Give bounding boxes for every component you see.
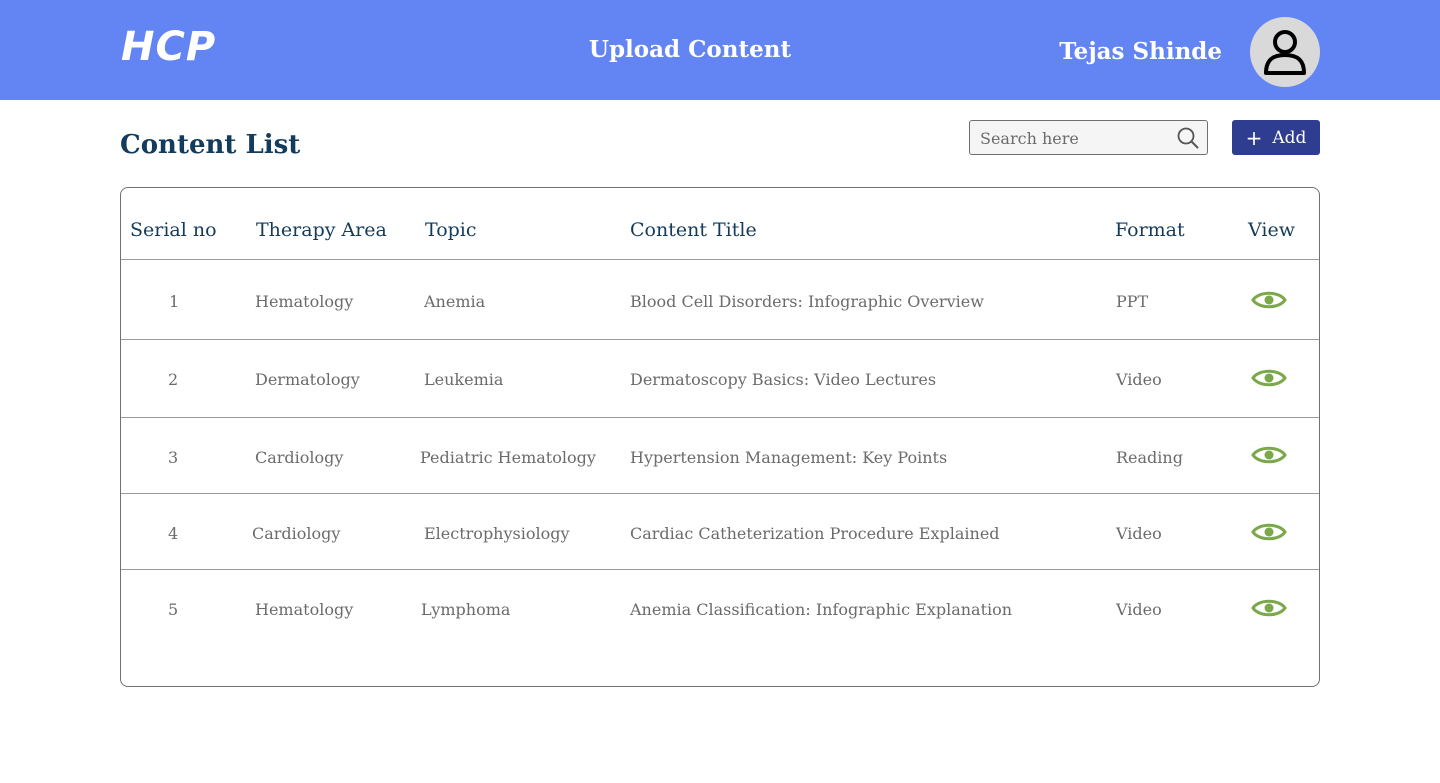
column-header-view: View (1248, 219, 1295, 241)
content-table: Serial no Therapy Area Topic Content Tit… (120, 187, 1320, 687)
table-row: 4 Cardiology Electrophysiology Cardiac C… (121, 493, 1319, 569)
cell-therapy-area: Dermatology (255, 370, 360, 389)
user-name: Tejas Shinde (1059, 38, 1222, 65)
cell-therapy-area: Cardiology (255, 448, 344, 467)
cell-topic: Leukemia (424, 370, 504, 389)
cell-format: Video (1116, 524, 1162, 543)
search-box[interactable] (969, 120, 1208, 155)
cell-therapy-area: Cardiology (252, 524, 341, 543)
cell-serial: 1 (169, 292, 180, 311)
column-header-content-title[interactable]: Content Title (630, 219, 757, 241)
cell-content-title: Hypertension Management: Key Points (630, 448, 948, 467)
add-button-label: Add (1272, 127, 1307, 148)
eye-icon[interactable] (1251, 520, 1287, 544)
page-title: Content List (120, 130, 301, 160)
cell-content-title: Blood Cell Disorders: Infographic Overvi… (630, 292, 984, 311)
column-header-therapy-area[interactable]: Therapy Area (256, 219, 387, 241)
search-input[interactable] (980, 127, 1170, 149)
table-row: 3 Cardiology Pediatric Hematology Hypert… (121, 417, 1319, 493)
table-row: 2 Dermatology Leukemia Dermatoscopy Basi… (121, 339, 1319, 417)
cell-format: Video (1116, 600, 1162, 619)
user-icon (1264, 30, 1306, 75)
cell-topic: Anemia (424, 292, 486, 311)
cell-serial: 3 (168, 448, 179, 467)
plus-icon: + (1245, 125, 1263, 150)
cell-serial: 2 (168, 370, 179, 389)
eye-icon[interactable] (1251, 596, 1287, 620)
cell-topic: Electrophysiology (424, 524, 570, 543)
cell-serial: 5 (168, 600, 179, 619)
column-header-format[interactable]: Format (1115, 219, 1185, 241)
cell-therapy-area: Hematology (255, 600, 354, 619)
eye-icon[interactable] (1251, 366, 1287, 390)
column-header-serial[interactable]: Serial no (130, 219, 217, 241)
cell-serial: 4 (168, 524, 179, 543)
eye-icon[interactable] (1251, 288, 1287, 312)
cell-format: PPT (1116, 292, 1149, 311)
cell-format: Reading (1116, 448, 1183, 467)
top-header: HCP Upload Content Tejas Shinde (0, 0, 1440, 100)
cell-therapy-area: Hematology (255, 292, 354, 311)
eye-icon[interactable] (1251, 443, 1287, 467)
avatar[interactable] (1250, 17, 1320, 87)
cell-content-title: Dermatoscopy Basics: Video Lectures (630, 370, 937, 389)
column-header-topic[interactable]: Topic (425, 219, 477, 241)
table-row: 5 Hematology Lymphoma Anemia Classificat… (121, 569, 1319, 645)
table-row: 1 Hematology Anemia Blood Cell Disorders… (121, 259, 1319, 339)
cell-format: Video (1116, 370, 1162, 389)
cell-topic: Lymphoma (421, 600, 511, 619)
cell-content-title: Cardiac Catheterization Procedure Explai… (630, 524, 1000, 543)
cell-content-title: Anemia Classification: Infographic Expla… (630, 600, 1013, 619)
add-button[interactable]: + Add (1232, 120, 1320, 155)
search-icon[interactable] (1177, 127, 1199, 149)
cell-topic: Pediatric Hematology (420, 448, 596, 467)
